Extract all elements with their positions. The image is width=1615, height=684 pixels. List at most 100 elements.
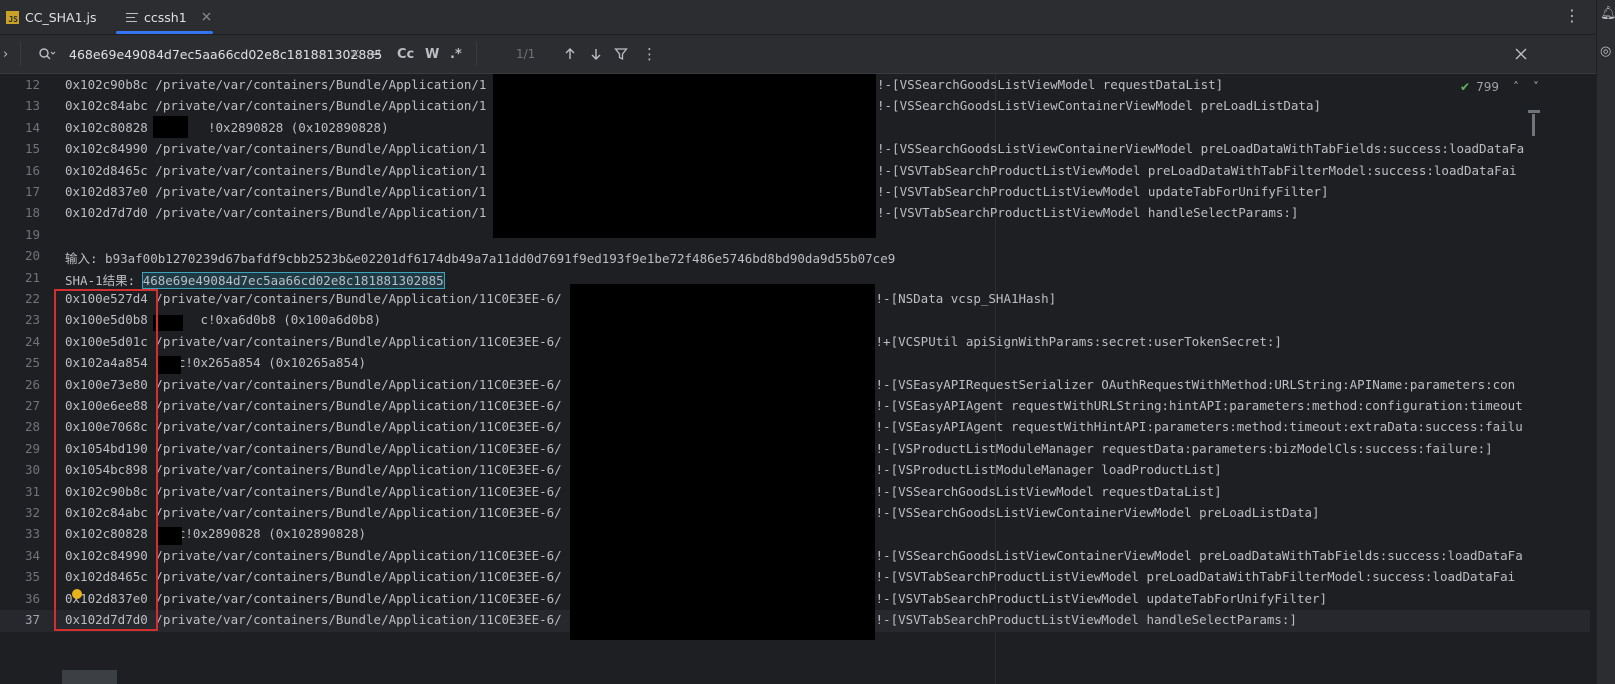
- code-tail: !-[VSVTabSearchProductListViewModel hand…: [877, 205, 1299, 221]
- filter-icon[interactable]: [614, 35, 628, 73]
- code-text: 输入: b93af00b1270239d67bafdf9cbb2523b&e02…: [65, 251, 896, 267]
- regex-button[interactable]: .*: [450, 35, 462, 73]
- text-file-icon: [126, 12, 138, 23]
- line-number: 24: [24, 333, 40, 349]
- line-number: 36: [24, 590, 40, 606]
- line-number: 21: [24, 269, 40, 285]
- tab-options-icon[interactable]: ⋮: [1564, 8, 1580, 24]
- redaction-block: [153, 116, 188, 138]
- line-number: 31: [24, 483, 40, 499]
- chevron-up-icon[interactable]: ˄: [1513, 80, 1519, 94]
- code-tail: c!-[VSSearchGoodsListViewContainerViewMo…: [868, 547, 1523, 563]
- code-tail: !-[VSVTabSearchProductListViewModel upda…: [877, 184, 1329, 199]
- tab-label: CC_SHA1.js: [25, 9, 97, 25]
- code-text: 0x102d837e0 /private/var/containers/Bund…: [65, 184, 487, 199]
- line-number: 22: [24, 291, 40, 306]
- line-number: 35: [24, 569, 40, 585]
- expand-replace-icon[interactable]: ›: [3, 35, 8, 73]
- divider: [20, 41, 21, 67]
- code-line[interactable]: 0x102d7d7d0 /private/var/containers/Bund…: [65, 205, 486, 220]
- close-tab-icon[interactable]: ×: [201, 9, 213, 25]
- code-line[interactable]: 0x102c84990 /private/var/containers/Bund…: [65, 141, 486, 156]
- chevron-down-icon[interactable]: ˅: [1533, 80, 1539, 94]
- right-tool-strip: 🔔︎ ◎: [1596, 0, 1615, 684]
- line-number: 32: [24, 505, 40, 520]
- line-number: 14: [24, 119, 40, 135]
- redaction-block: [570, 284, 875, 640]
- next-match-icon[interactable]: [589, 35, 603, 73]
- search-input[interactable]: 468e69e49084d7ec5aa66cd02e8c181881302885: [69, 35, 382, 73]
- code-line[interactable]: 0x102c80828 !0x2890828 (0x102890828): [65, 120, 389, 135]
- line-number: 37: [24, 612, 40, 627]
- horizontal-scrollbar-thumb[interactable]: [62, 670, 117, 684]
- code-line[interactable]: 输入: b93af00b1270239d67bafdf9cbb2523b&e02…: [65, 248, 895, 267]
- code-line[interactable]: 0x102d837e0 /private/var/containers/Bund…: [65, 184, 486, 199]
- line-number: 15: [24, 141, 40, 157]
- code-tail: c!-[VSSearchGoodsListViewContainerViewMo…: [868, 505, 1320, 520]
- line-number: 27: [24, 398, 40, 413]
- clear-search-icon[interactable]: ×: [349, 35, 361, 73]
- code-tail: !-[VSVTabSearchProductListViewModel preL…: [877, 162, 1517, 178]
- tab-ccssh1[interactable]: ccssh1 ×: [116, 0, 213, 34]
- code-text: 0x102d8465c /private/var/containers/Bund…: [65, 162, 487, 178]
- find-bar: › 468e69e49084d7ec5aa66cd02e8c1818813028…: [0, 35, 1615, 74]
- previous-match-icon[interactable]: [563, 35, 577, 73]
- code-tail: c!-[VSVTabSearchProductListViewModel pre…: [868, 569, 1516, 585]
- search-history-icon[interactable]: [38, 35, 56, 73]
- whole-words-button[interactable]: W: [425, 35, 439, 73]
- newline-icon[interactable]: ↵: [370, 35, 383, 73]
- code-tail: c!+[VCSPUtil apiSignWithParams:secret:us…: [868, 333, 1282, 349]
- code-text: 0x102d7d7d0 /private/var/containers/Bund…: [65, 205, 487, 221]
- code-tail: c!-[VSProductListModuleManager requestDa…: [868, 440, 1493, 456]
- inspection-count: 799: [1476, 80, 1499, 94]
- search-match: 468e69e49084d7ec5aa66cd02e8c181881302885: [141, 271, 445, 289]
- code-line[interactable]: 0x102c90b8c /private/var/containers/Bund…: [65, 77, 486, 92]
- more-options-icon[interactable]: ⋮: [642, 35, 657, 73]
- notifications-icon[interactable]: 🔔︎: [1600, 6, 1615, 21]
- code-line[interactable]: 0x102c84abc /private/var/containers/Bund…: [65, 98, 486, 113]
- code-tail: c!-[VSEasyAPIRequestSerializer OAuthRequ…: [868, 376, 1516, 392]
- match-count: 1/1: [516, 47, 536, 61]
- code-tail: c!-[VSSearchGoodsListViewModel requestDa…: [868, 483, 1222, 499]
- check-icon: ✔: [1460, 80, 1471, 94]
- code-tail: c!-[NSData vcsp_SHA1Hash]: [868, 291, 1057, 306]
- code-tail: !-[VSSearchGoodsListViewModel requestDat…: [877, 77, 1224, 92]
- editor-tab-bar: JS CC_SHA1.js ccssh1 × ⋮: [0, 0, 1615, 35]
- close-find-icon[interactable]: [1514, 35, 1528, 73]
- line-number: 29: [24, 440, 40, 456]
- line-number: 26: [24, 376, 40, 392]
- line-number: 34: [24, 547, 40, 563]
- code-tail: c!-[VSProductListModuleManager loadProdu…: [868, 462, 1222, 478]
- scrollbar-thumb[interactable]: [1532, 114, 1535, 136]
- line-number: 17: [24, 184, 40, 199]
- js-file-icon: JS: [6, 10, 19, 24]
- code-text: 0x102c84990 /private/var/containers/Bund…: [65, 141, 487, 157]
- code-text: SHA-1结果:: [65, 272, 143, 288]
- line-number: 33: [24, 526, 40, 542]
- code-text: 0x102c80828 !0x2890828 (0x102890828): [65, 119, 389, 135]
- line-number: 19: [24, 226, 40, 242]
- line-number: 13: [24, 98, 40, 114]
- line-number: 25: [24, 355, 40, 371]
- code-text: 0x102c90b8c /private/var/containers/Bund…: [65, 77, 487, 92]
- lightbulb-icon[interactable]: [72, 589, 82, 599]
- code-tail: c!-[VSEasyAPIAgent requestWithHintAPI:pa…: [868, 419, 1523, 435]
- code-line[interactable]: SHA-1结果: 468e69e49084d7ec5aa66cd02e8c181…: [65, 270, 445, 289]
- redaction-block: [157, 356, 181, 374]
- line-number: 30: [24, 462, 40, 478]
- ai-assistant-icon[interactable]: ◎: [1600, 44, 1611, 59]
- match-case-button[interactable]: Cc: [397, 35, 414, 73]
- line-number: 18: [24, 205, 40, 221]
- code-tail: c!-[VSEasyAPIAgent requestWithURLString:…: [868, 398, 1523, 413]
- redaction-block: [157, 527, 182, 545]
- line-number: 16: [24, 162, 40, 178]
- line-number: 23: [24, 312, 40, 328]
- line-number: 20: [24, 248, 40, 264]
- code-editor[interactable]: 12 0x102c90b8c /private/var/containers/Bu…: [0, 74, 1615, 684]
- code-text: 0x102c84abc /private/var/containers/Bund…: [65, 98, 487, 114]
- code-line[interactable]: 0x102d8465c /private/var/containers/Bund…: [65, 163, 486, 178]
- inspection-widget[interactable]: ✔ 799 ˄ ˅: [1460, 80, 1539, 94]
- tab-cc-sha1-js[interactable]: JS CC_SHA1.js: [6, 0, 97, 34]
- code-tail: !-[VSSearchGoodsListViewContainerViewMod…: [877, 98, 1322, 114]
- code-tail: c!-[VSVTabSearchProductListViewModel han…: [868, 612, 1297, 627]
